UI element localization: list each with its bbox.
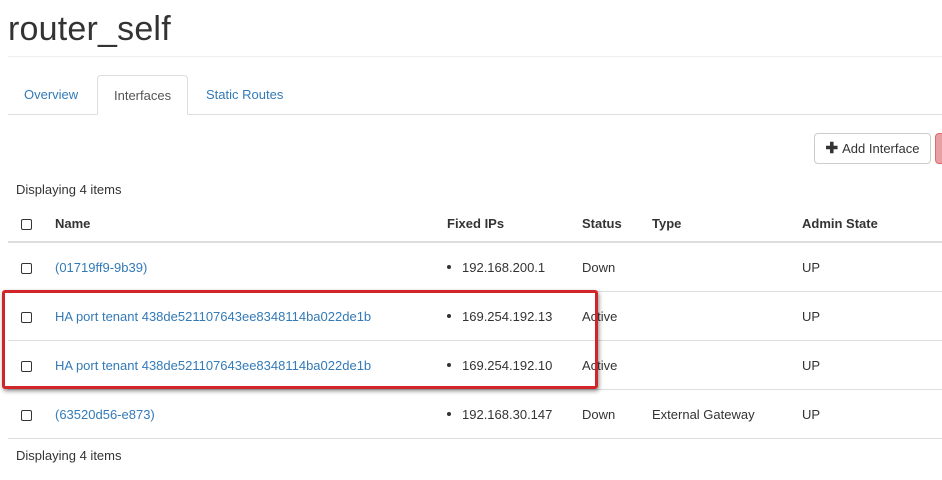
title-divider <box>8 56 942 57</box>
delete-interfaces-button[interactable] <box>935 133 942 164</box>
row-type <box>652 242 802 292</box>
row-status: Active <box>582 340 652 390</box>
row-fixed-ip-cell: 169.254.192.10 <box>447 340 582 390</box>
interface-name-link[interactable]: (63520d56-e873) <box>55 407 155 422</box>
fixed-ip-value: 192.168.200.1 <box>462 259 546 275</box>
table-header-row: Name Fixed IPs Status Type Admin State <box>8 205 942 243</box>
row-admin-state: UP <box>802 389 942 439</box>
row-name-cell: (01719ff9-9b39) <box>55 242 447 292</box>
row-admin-state: UP <box>802 242 942 292</box>
row-fixed-ip-cell: 192.168.30.147 <box>447 389 582 439</box>
plus-icon: ✚ <box>825 140 839 157</box>
row-admin-state: UP <box>802 340 942 390</box>
row-type <box>652 340 802 390</box>
row-status: Down <box>582 389 652 439</box>
tab-overview[interactable]: Overview <box>8 75 94 114</box>
row-checkbox[interactable] <box>21 262 32 274</box>
bullet-icon <box>447 314 451 318</box>
interfaces-table: Name Fixed IPs Status Type Admin State (… <box>8 205 942 439</box>
interface-name-link[interactable]: HA port tenant 438de521107643ee8348114ba… <box>55 309 371 324</box>
row-fixed-ip-cell: 169.254.192.13 <box>447 291 582 341</box>
row-checkbox[interactable] <box>21 409 32 421</box>
row-name-cell: HA port tenant 438de521107643ee8348114ba… <box>55 291 447 341</box>
row-checkbox[interactable] <box>21 360 32 372</box>
select-all-cell <box>8 205 55 243</box>
table-row: (01719ff9-9b39) 192.168.200.1 Down UP <box>8 242 942 292</box>
bullet-icon <box>447 412 451 416</box>
row-name-cell: HA port tenant 438de521107643ee8348114ba… <box>55 340 447 390</box>
tab-interfaces[interactable]: Interfaces <box>97 75 189 115</box>
interface-name-link[interactable]: (01719ff9-9b39) <box>55 260 147 275</box>
row-select-cell <box>8 340 55 390</box>
column-header-admin-state[interactable]: Admin State <box>802 205 942 243</box>
column-header-name[interactable]: Name <box>55 205 447 243</box>
row-select-cell <box>8 389 55 439</box>
tab-bar: Overview Interfaces Static Routes <box>8 75 942 115</box>
column-header-type[interactable]: Type <box>652 205 802 243</box>
row-type: External Gateway <box>652 389 802 439</box>
table-row: (63520d56-e873) 192.168.30.147 Down Exte… <box>8 389 942 439</box>
row-fixed-ip-cell: 192.168.200.1 <box>447 242 582 292</box>
row-checkbox[interactable] <box>21 311 32 323</box>
row-status: Active <box>582 291 652 341</box>
interface-name-link[interactable]: HA port tenant 438de521107643ee8348114ba… <box>55 358 371 373</box>
row-select-cell <box>8 242 55 292</box>
table-row: HA port tenant 438de521107643ee8348114ba… <box>8 291 942 341</box>
row-type <box>652 291 802 341</box>
row-select-cell <box>8 291 55 341</box>
bullet-icon <box>447 363 451 367</box>
fixed-ip-value: 169.254.192.10 <box>462 357 553 373</box>
column-header-fixed-ips[interactable]: Fixed IPs <box>447 205 582 243</box>
tab-static-routes[interactable]: Static Routes <box>190 75 299 114</box>
item-count-top: Displaying 4 items <box>16 182 122 197</box>
row-name-cell: (63520d56-e873) <box>55 389 447 439</box>
item-count-bottom: Displaying 4 items <box>16 448 122 463</box>
row-admin-state: UP <box>802 291 942 341</box>
add-interface-label: Add Interface <box>842 141 920 156</box>
fixed-ip-value: 192.168.30.147 <box>462 406 553 422</box>
bullet-icon <box>447 265 451 269</box>
page-title: router_self <box>8 10 171 48</box>
row-status: Down <box>582 242 652 292</box>
column-header-status[interactable]: Status <box>582 205 652 243</box>
select-all-checkbox[interactable] <box>21 218 32 230</box>
table-row: HA port tenant 438de521107643ee8348114ba… <box>8 340 942 390</box>
add-interface-button[interactable]: ✚ Add Interface <box>814 133 931 164</box>
fixed-ip-value: 169.254.192.13 <box>462 308 553 324</box>
